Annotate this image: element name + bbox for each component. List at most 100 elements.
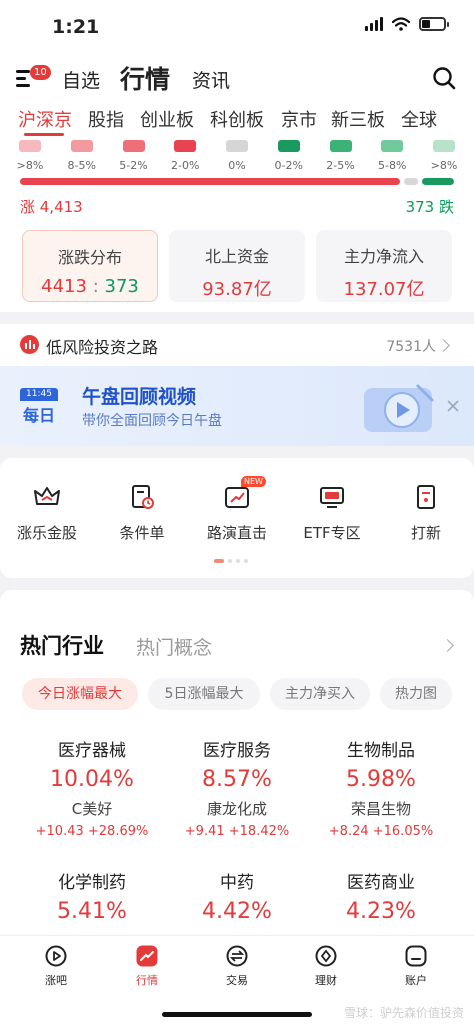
- dist-bucket-swatch: [174, 140, 197, 152]
- shortcut-etf-zone[interactable]: ETF专区: [289, 482, 375, 543]
- chip-today-top[interactable]: 今日涨幅最大: [22, 678, 138, 710]
- banner-subtitle: 带你全面回顾今日午盘: [82, 413, 222, 429]
- updown-card-value: 4413 : 373: [23, 276, 157, 297]
- etf-icon: [320, 487, 344, 508]
- dist-bucket-swatch: [19, 140, 41, 152]
- dist-bucket-label: 0%: [228, 159, 246, 172]
- industry-pct: 5.98%: [346, 767, 416, 792]
- northbound-card-value: 93.87亿: [202, 279, 272, 300]
- nav-label: 行情: [136, 974, 158, 987]
- dist-bucket-label: 8-5%: [67, 159, 96, 172]
- search-icon[interactable]: [432, 66, 456, 90]
- industry-cell[interactable]: 化学制药 5.41%: [17, 868, 167, 924]
- status-bar: 1:21: [0, 0, 474, 56]
- market-tab-hsj[interactable]: 沪深京: [18, 106, 72, 132]
- video-clock-icon: [364, 384, 434, 432]
- midday-review-banner[interactable]: 11:45 每日 午盘回顾视频 带你全面回顾今日午盘: [0, 366, 474, 446]
- nav-label: 理财: [315, 974, 337, 987]
- close-icon[interactable]: [446, 399, 460, 413]
- dist-bucket-label: 5-8%: [378, 159, 407, 172]
- dist-bucket-swatch: [70, 140, 93, 152]
- market-tab-neeq[interactable]: 新三板: [331, 106, 385, 132]
- watermark: 雪球：驴先森价值投资: [343, 1006, 464, 1020]
- industry-cell[interactable]: 医疗服务 8.57% 康龙化成 +9.41 +18.42%: [162, 736, 312, 839]
- chevron-right-icon[interactable]: [441, 639, 454, 652]
- shortcut-grid: 涨乐金股 条件单 NEW 路演直击 ETF专区 打新: [0, 458, 474, 578]
- tab-hot-concept[interactable]: 热门概念: [136, 633, 212, 660]
- shortcut-label: 路演直击: [206, 524, 267, 542]
- dist-bucket-label: 2-5%: [326, 159, 355, 172]
- dist-bucket-label: >8%: [16, 159, 44, 172]
- industry-cell[interactable]: 医药商业 4.23%: [306, 868, 456, 924]
- chip-main-net-buy[interactable]: 主力净买入: [270, 678, 370, 710]
- dist-bucket-label: 5-2%: [119, 159, 148, 172]
- badge-word: 每日: [22, 406, 55, 425]
- industry-cell[interactable]: 中药 4.42%: [162, 868, 312, 924]
- badge-time: 11:45: [20, 388, 58, 401]
- invest-row[interactable]: 低风险投资之路 7531人: [0, 324, 474, 366]
- industry-name: 生物制品: [347, 741, 415, 761]
- bottom-nav: 涨吧 行情 交易 理财 账户 雪球：驴先森价值投资: [0, 935, 474, 1025]
- updown-up-value: 4413: [41, 276, 87, 297]
- industry-pct: 10.04%: [50, 767, 134, 792]
- wifi-icon: [392, 17, 410, 31]
- northbound-card[interactable]: 北上资金 93.87亿: [169, 230, 305, 302]
- top-header: 10 自选 行情 资讯: [0, 56, 474, 100]
- market-tab-star[interactable]: 科创板: [210, 106, 264, 132]
- shortcut-conditional-order[interactable]: 条件单: [99, 482, 185, 543]
- nav-trade[interactable]: 交易: [207, 944, 267, 988]
- leading-stock: C美好: [71, 800, 113, 818]
- industry-cell[interactable]: 医疗器械 10.04% C美好 +10.43 +28.69%: [17, 736, 167, 839]
- chart-up-icon: [136, 945, 158, 967]
- market-tab-bse[interactable]: 京市: [281, 106, 317, 132]
- market-tab-index[interactable]: 股指: [88, 106, 124, 132]
- nav-label: 账户: [405, 974, 427, 987]
- ticket-icon: [417, 485, 435, 509]
- signal-bars-icon: [20, 335, 39, 354]
- up-count: 涨 4,413: [20, 198, 83, 216]
- shortcut-ipo[interactable]: 打新: [383, 482, 469, 543]
- industry-name: 医疗服务: [203, 741, 271, 761]
- tab-news[interactable]: 资讯: [192, 66, 230, 93]
- tab-market[interactable]: 行情: [120, 60, 170, 96]
- industry-cell[interactable]: 生物制品 5.98% 荣昌生物 +8.24 +16.05%: [306, 736, 456, 839]
- tab-hot-industry[interactable]: 热门行业: [20, 630, 104, 660]
- industry-name: 医疗器械: [58, 741, 126, 761]
- mainflow-card[interactable]: 主力净流入 137.07亿: [316, 230, 452, 302]
- dist-bucket-label: 2-0%: [171, 159, 200, 172]
- leading-stock: 康龙化成: [206, 800, 267, 818]
- status-time: 1:21: [52, 16, 100, 38]
- updown-card[interactable]: 涨跌分布 4413 : 373: [22, 230, 158, 302]
- industry-name: 医药商业: [347, 873, 415, 893]
- play-circle-icon: [45, 945, 67, 967]
- leading-stock: 荣昌生物: [350, 800, 411, 818]
- tab-watchlist[interactable]: 自选: [62, 66, 100, 93]
- status-icons: [365, 17, 449, 31]
- daily-badge: 11:45 每日: [20, 388, 58, 426]
- crown-icon: [34, 487, 60, 505]
- up-ratio-bar: [20, 178, 400, 185]
- home-indicator: [162, 1012, 312, 1017]
- chip-5day-top[interactable]: 5日涨幅最大: [148, 678, 260, 710]
- updown-card-title: 涨跌分布: [57, 248, 122, 267]
- nav-wealth[interactable]: 理财: [296, 944, 356, 988]
- dist-bucket-label: 0-2%: [274, 159, 303, 172]
- industry-pct: 5.41%: [57, 899, 127, 924]
- nav-community[interactable]: 涨吧: [26, 944, 86, 988]
- nav-account[interactable]: 账户: [386, 944, 446, 988]
- market-tabs: 沪深京 股指 创业板 科创板 京市 新三板 全球: [0, 100, 474, 138]
- menu-badge: 10: [30, 65, 51, 80]
- leading-stock-change: +8.24 +16.05%: [328, 824, 434, 839]
- shortcut-gold-stock[interactable]: 涨乐金股: [4, 482, 90, 543]
- shortcut-label: 打新: [410, 524, 441, 542]
- page-indicator: [214, 559, 248, 563]
- exchange-icon: [226, 945, 248, 967]
- chip-heatmap[interactable]: 热力图: [380, 678, 452, 710]
- shortcut-roadshow[interactable]: NEW 路演直击: [194, 476, 280, 543]
- updown-distribution[interactable]: >8% 8-5% 5-2% 2-0% 0% 0-2% 2-5% 5-8% >8% 涨 4,413…: [0, 138, 474, 312]
- down-count: 373 跌: [405, 198, 454, 216]
- market-tab-global[interactable]: 全球: [401, 106, 437, 132]
- nav-market[interactable]: 行情: [117, 944, 177, 988]
- industry-name: 中药: [220, 873, 254, 893]
- market-tab-gem[interactable]: 创业板: [140, 106, 194, 132]
